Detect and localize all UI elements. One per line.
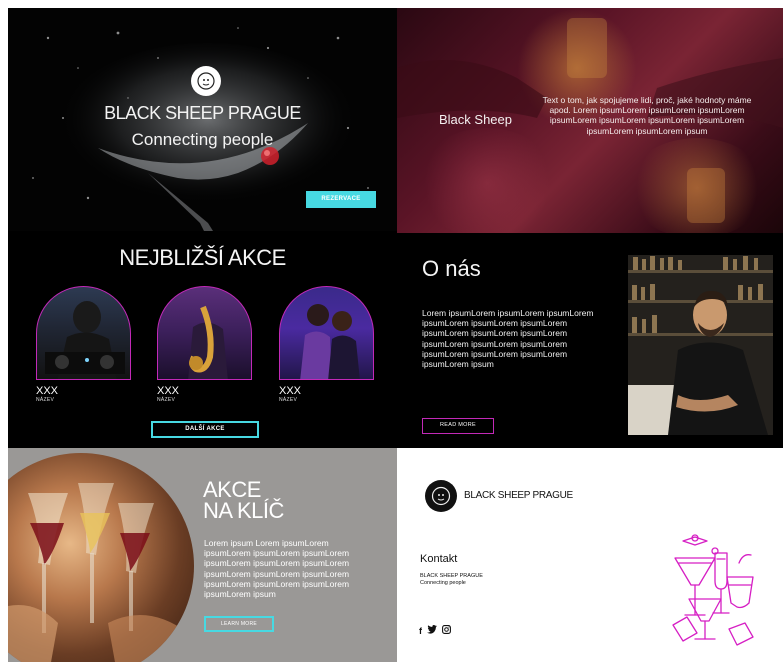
footer-brand: BLACK SHEEP PRAGUE: [464, 490, 573, 501]
heading-line: NA KLÍČ: [203, 498, 284, 523]
social-links: f: [419, 625, 451, 636]
wine-toast-image: [8, 453, 194, 662]
hero-subtitle: Connecting people: [131, 130, 274, 149]
read-more-button[interactable]: READ MORE: [422, 418, 494, 434]
reservation-button[interactable]: REZERVACE: [306, 191, 376, 208]
private-events-section: AKCE NA KLÍČ Lorem ipsum Lorem ipsumLore…: [8, 448, 397, 662]
event-name: XXX: [36, 385, 59, 397]
hero-title: BLACK SHEEP PRAGUE: [104, 103, 301, 123]
sheep-logo-icon[interactable]: [191, 66, 221, 96]
event-card[interactable]: XXX NÁZEV: [157, 286, 252, 403]
more-events-button[interactable]: DALŠÍ AKCE: [151, 421, 259, 438]
event-label: NÁZEV: [157, 397, 176, 403]
event-card[interactable]: XXX NÁZEV: [279, 286, 374, 403]
event-label: NÁZEV: [279, 397, 298, 403]
about-text: Lorem ipsumLorem ipsumLorem ipsumLorem i…: [422, 308, 594, 369]
about-section: O nás Lorem ipsumLorem ipsumLorem ipsumL…: [397, 233, 783, 448]
twitter-icon[interactable]: [427, 625, 437, 636]
events-heading: NEJBLIŽŠÍ AKCE: [119, 245, 286, 270]
footer-section: BLACK SHEEP PRAGUE Kontakt BLACK SHEEP P…: [397, 448, 783, 662]
about-heading: O nás: [422, 256, 481, 281]
about-banner: Black Sheep Text o tom, jak spojujeme li…: [397, 8, 783, 233]
event-label: NÁZEV: [36, 397, 55, 403]
event-image-singers: [279, 286, 374, 380]
event-image-saxophone: [157, 286, 252, 380]
learn-more-button[interactable]: LEARN MORE: [204, 616, 274, 632]
hero-section: BLACK SHEEP PRAGUE Connecting people REZ…: [8, 8, 397, 231]
heading-line: AKCE: [203, 477, 261, 502]
sheep-logo-icon[interactable]: [425, 480, 457, 512]
facebook-icon[interactable]: f: [419, 626, 422, 636]
contact-line: BLACK SHEEP PRAGUE: [420, 573, 483, 579]
cocktail-glasses-illustration: [672, 534, 754, 646]
contact-heading: Kontakt: [420, 553, 458, 565]
private-events-text: Lorem ipsum Lorem ipsumLorem ipsumLorem …: [204, 538, 350, 599]
private-events-heading: AKCE NA KLÍČ: [203, 477, 284, 523]
banner-text: Text o tom, jak spojujeme lidi, proč, ja…: [542, 95, 752, 136]
events-section: NEJBLIŽŠÍ AKCE XXX NÁZEV XXX NÁZEV XXX N…: [8, 231, 397, 448]
event-image-dj: [36, 286, 131, 380]
event-card[interactable]: XXX NÁZEV: [36, 286, 131, 403]
instagram-icon[interactable]: [442, 625, 451, 636]
bartender-photo: [628, 255, 773, 435]
event-name: XXX: [157, 385, 180, 397]
event-name: XXX: [279, 385, 302, 397]
banner-brand: Black Sheep: [439, 112, 512, 127]
contact-line: Connecting people: [420, 580, 466, 586]
